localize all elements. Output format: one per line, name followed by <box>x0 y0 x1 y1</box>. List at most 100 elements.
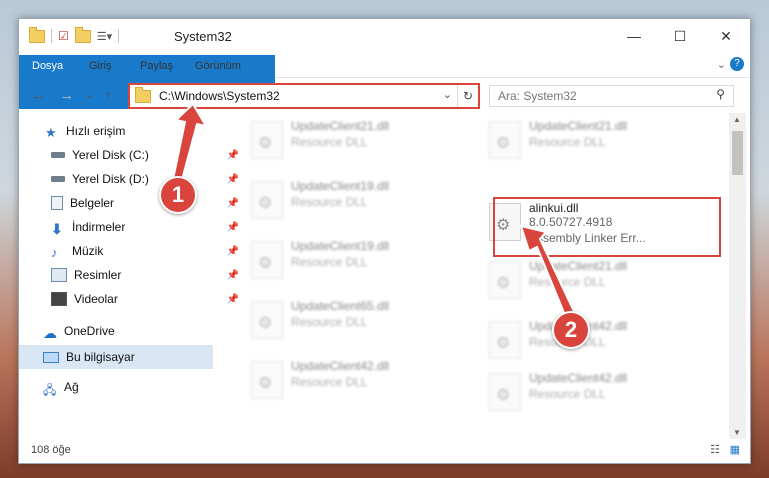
address-bar[interactable]: C:\Windows\System32 ⌄ ↻ <box>128 83 480 109</box>
list-item[interactable]: ⚙ UpdateClient21.dll Resource DLL <box>241 113 471 167</box>
dll-file-icon: ⚙ <box>489 321 521 359</box>
sidebar-item-label: İndirmeler <box>72 220 126 234</box>
file-name: UpdateClient21.dll <box>529 259 628 273</box>
list-item[interactable]: ⚙ UpdateClient42.dll Resource DLL <box>479 365 709 419</box>
explorer-window: ☑ ☰▾ System32 — ☐ ✕ Dosya Giriş Paylaş G… <box>18 18 751 464</box>
folder-icon <box>135 86 151 103</box>
sidebar-item-onedrive[interactable]: ☁ OneDrive <box>19 319 237 343</box>
file-type: Resource DLL <box>291 195 368 209</box>
sidebar-item-this-pc[interactable]: Bu bilgisayar <box>19 345 213 369</box>
list-item[interactable]: ⚙ UpdateClient19.dll Resource DLL <box>241 233 471 287</box>
file-type: Resource DLL <box>529 135 606 149</box>
drive-icon <box>51 152 65 158</box>
dll-file-icon: ⚙ <box>251 361 283 399</box>
list-item[interactable]: ⚙ UpdateClient42.dll Resource DLL <box>479 313 709 367</box>
sidebar-item-label: Bu bilgisayar <box>66 350 135 364</box>
file-name: UpdateClient42.dll <box>529 371 628 385</box>
search-placeholder: Ara: System32 <box>498 89 577 103</box>
navigation-pane: ★ Hızlı erişim Yerel Disk (C:) 📌 Yerel D… <box>19 113 239 439</box>
maximize-button[interactable]: ☐ <box>657 19 703 53</box>
callout-badge-2: 2 <box>552 311 590 349</box>
minimize-icon: — <box>627 28 641 44</box>
recent-locations-icon[interactable]: ⌄ <box>86 90 94 101</box>
folder-icon[interactable] <box>29 26 45 43</box>
large-icons-view-icon[interactable]: ▦ <box>730 443 740 456</box>
tab-home[interactable]: Giriş <box>79 55 122 77</box>
pictures-icon <box>51 268 67 282</box>
status-bar: 108 öğe ☷ ▦ <box>19 439 750 463</box>
dll-file-icon: ⚙ <box>489 121 521 159</box>
sidebar-item-quick-access[interactable]: ★ Hızlı erişim <box>19 119 239 143</box>
ribbon: Dosya Giriş Paylaş Görünüm ⌄ ? <box>19 55 750 109</box>
sidebar-item-label: Resimler <box>74 268 122 282</box>
sidebar-item-label: Belgeler <box>70 196 115 210</box>
file-name: UpdateClient21.dll <box>291 119 390 133</box>
sidebar-item-drive-d[interactable]: Yerel Disk (D:) 📌 <box>19 167 245 191</box>
vertical-scrollbar[interactable]: ▲ ▼ <box>729 113 746 439</box>
window-title: System32 <box>174 29 232 44</box>
sidebar-item-network[interactable]: 🖧 Ağ <box>19 375 237 399</box>
sidebar-item-downloads[interactable]: ⬇ İndirmeler 📌 <box>19 215 245 239</box>
new-folder-icon[interactable] <box>74 26 91 43</box>
sidebar-item-label: Yerel Disk (C:) <box>72 148 149 162</box>
scroll-up-icon[interactable]: ▲ <box>733 115 741 124</box>
tab-share[interactable]: Paylaş <box>130 55 183 77</box>
computer-icon <box>43 351 59 363</box>
dll-file-icon: ⚙ <box>251 241 283 279</box>
address-path[interactable]: C:\Windows\System32 <box>159 89 280 103</box>
search-icon[interactable]: ⚲ <box>716 87 725 101</box>
file-name: UpdateClient21.dll <box>529 119 628 133</box>
list-item[interactable]: ⚙ UpdateClient19.dll Resource DLL <box>241 173 471 227</box>
sidebar-item-label: OneDrive <box>64 324 115 338</box>
back-icon[interactable]: ← <box>31 87 46 104</box>
list-item[interactable]: ⚙ UpdateClient42.dll Resource DLL <box>241 353 471 407</box>
refresh-icon[interactable]: ↻ <box>457 85 478 107</box>
close-button[interactable]: ✕ <box>703 19 749 53</box>
sidebar-item-music[interactable]: ♪ Müzik 📌 <box>19 239 245 263</box>
file-type: Resource DLL <box>291 255 368 269</box>
ribbon-expand-icon[interactable]: ⌄ <box>717 58 726 71</box>
customize-icon[interactable]: ☰▾ <box>97 30 112 43</box>
sidebar-item-label: Müzik <box>72 244 104 258</box>
file-list: ⚙ UpdateClient21.dll Resource DLL ⚙ Upda… <box>215 113 729 439</box>
dll-file-icon: ⚙ <box>251 181 283 219</box>
sidebar-item-drive-c[interactable]: Yerel Disk (C:) 📌 <box>19 143 245 167</box>
drive-icon <box>51 176 65 182</box>
tab-view[interactable]: Görünüm <box>185 55 251 77</box>
highlight-box <box>493 197 721 257</box>
forward-icon[interactable]: → <box>59 87 74 104</box>
dll-file-icon: ⚙ <box>251 121 283 159</box>
maximize-icon: ☐ <box>673 27 687 44</box>
file-type: Resource DLL <box>529 275 606 289</box>
videos-icon <box>51 292 67 306</box>
file-type: Resource DLL <box>291 135 368 149</box>
details-view-icon[interactable]: ☷ <box>710 443 720 456</box>
file-name: UpdateClient19.dll <box>291 179 390 193</box>
download-icon: ⬇ <box>51 221 63 237</box>
help-icon[interactable]: ? <box>730 57 744 71</box>
list-item[interactable]: ⚙ UpdateClient21.dll Resource DLL <box>479 113 709 167</box>
file-type: Resource DLL <box>291 375 368 389</box>
search-input[interactable]: Ara: System32 ⚲ <box>489 85 734 107</box>
up-icon[interactable]: ↑ <box>104 87 112 104</box>
sidebar-item-label: Hızlı erişim <box>66 124 126 138</box>
close-icon: ✕ <box>720 27 732 44</box>
cloud-icon: ☁ <box>43 325 57 341</box>
music-icon: ♪ <box>51 245 58 260</box>
address-dropdown-icon[interactable]: ⌄ <box>443 88 452 101</box>
scroll-down-icon[interactable]: ▼ <box>733 428 741 437</box>
sidebar-item-videos[interactable]: Videolar 📌 <box>19 287 245 311</box>
address-row: ← → ⌄ ↑ C:\Windows\System32 ⌄ ↻ Ara: Sys… <box>19 78 750 114</box>
list-item[interactable]: ⚙ UpdateClient21.dll Resource DLL <box>479 253 709 307</box>
properties-icon[interactable]: ☑ <box>58 29 69 43</box>
scroll-thumb[interactable] <box>732 131 743 175</box>
sidebar-item-label: Ağ <box>64 380 79 394</box>
sidebar-item-pictures[interactable]: Resimler 📌 <box>19 263 245 287</box>
minimize-button[interactable]: — <box>611 19 657 53</box>
dll-file-icon: ⚙ <box>489 373 521 411</box>
file-type: Resource DLL <box>529 387 606 401</box>
list-item[interactable]: ⚙ UpdateClient65.dll Resource DLL <box>241 293 471 347</box>
callout-badge-1: 1 <box>159 176 197 214</box>
quick-access-toolbar: ☑ ☰▾ <box>29 26 125 43</box>
sidebar-item-documents[interactable]: Belgeler 📌 <box>19 191 245 215</box>
